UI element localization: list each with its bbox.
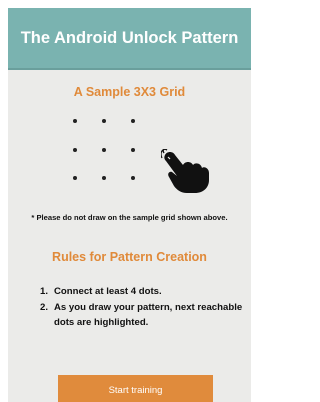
start-training-button[interactable]: Start training xyxy=(58,375,213,402)
page-title: The Android Unlock Pattern xyxy=(20,28,239,47)
rule-number: 1. xyxy=(40,286,49,297)
rules-title: Rules for Pattern Creation xyxy=(52,250,207,264)
grid-dot xyxy=(131,148,135,152)
grid-dot xyxy=(102,119,106,123)
rule-number: 2. xyxy=(40,302,49,313)
rule-text: Connect at least 4 dots. xyxy=(54,286,162,297)
sample-grid-note: * Please do not draw on the sample grid … xyxy=(31,213,228,222)
grid-dot xyxy=(73,119,77,123)
app-header: The Android Unlock Pattern xyxy=(8,8,251,70)
grid-dot xyxy=(102,176,106,180)
grid-dot xyxy=(73,176,77,180)
grid-dot xyxy=(131,119,135,123)
sample-grid-title: A Sample 3X3 Grid xyxy=(73,85,186,99)
grid-dot xyxy=(73,148,77,152)
grid-dot xyxy=(131,176,135,180)
list-item: 1. Connect at least 4 dots. xyxy=(40,284,245,299)
app-screen: The Android Unlock Pattern A Sample 3X3 … xyxy=(8,8,251,402)
grid-dot xyxy=(102,148,106,152)
pointing-hand-icon xyxy=(161,149,209,193)
list-item: 2. As you draw your pattern, next reacha… xyxy=(40,300,245,330)
rules-list: 1. Connect at least 4 dots. 2. As you dr… xyxy=(40,284,245,330)
rule-text: As you draw your pattern, next reachable… xyxy=(54,302,243,328)
